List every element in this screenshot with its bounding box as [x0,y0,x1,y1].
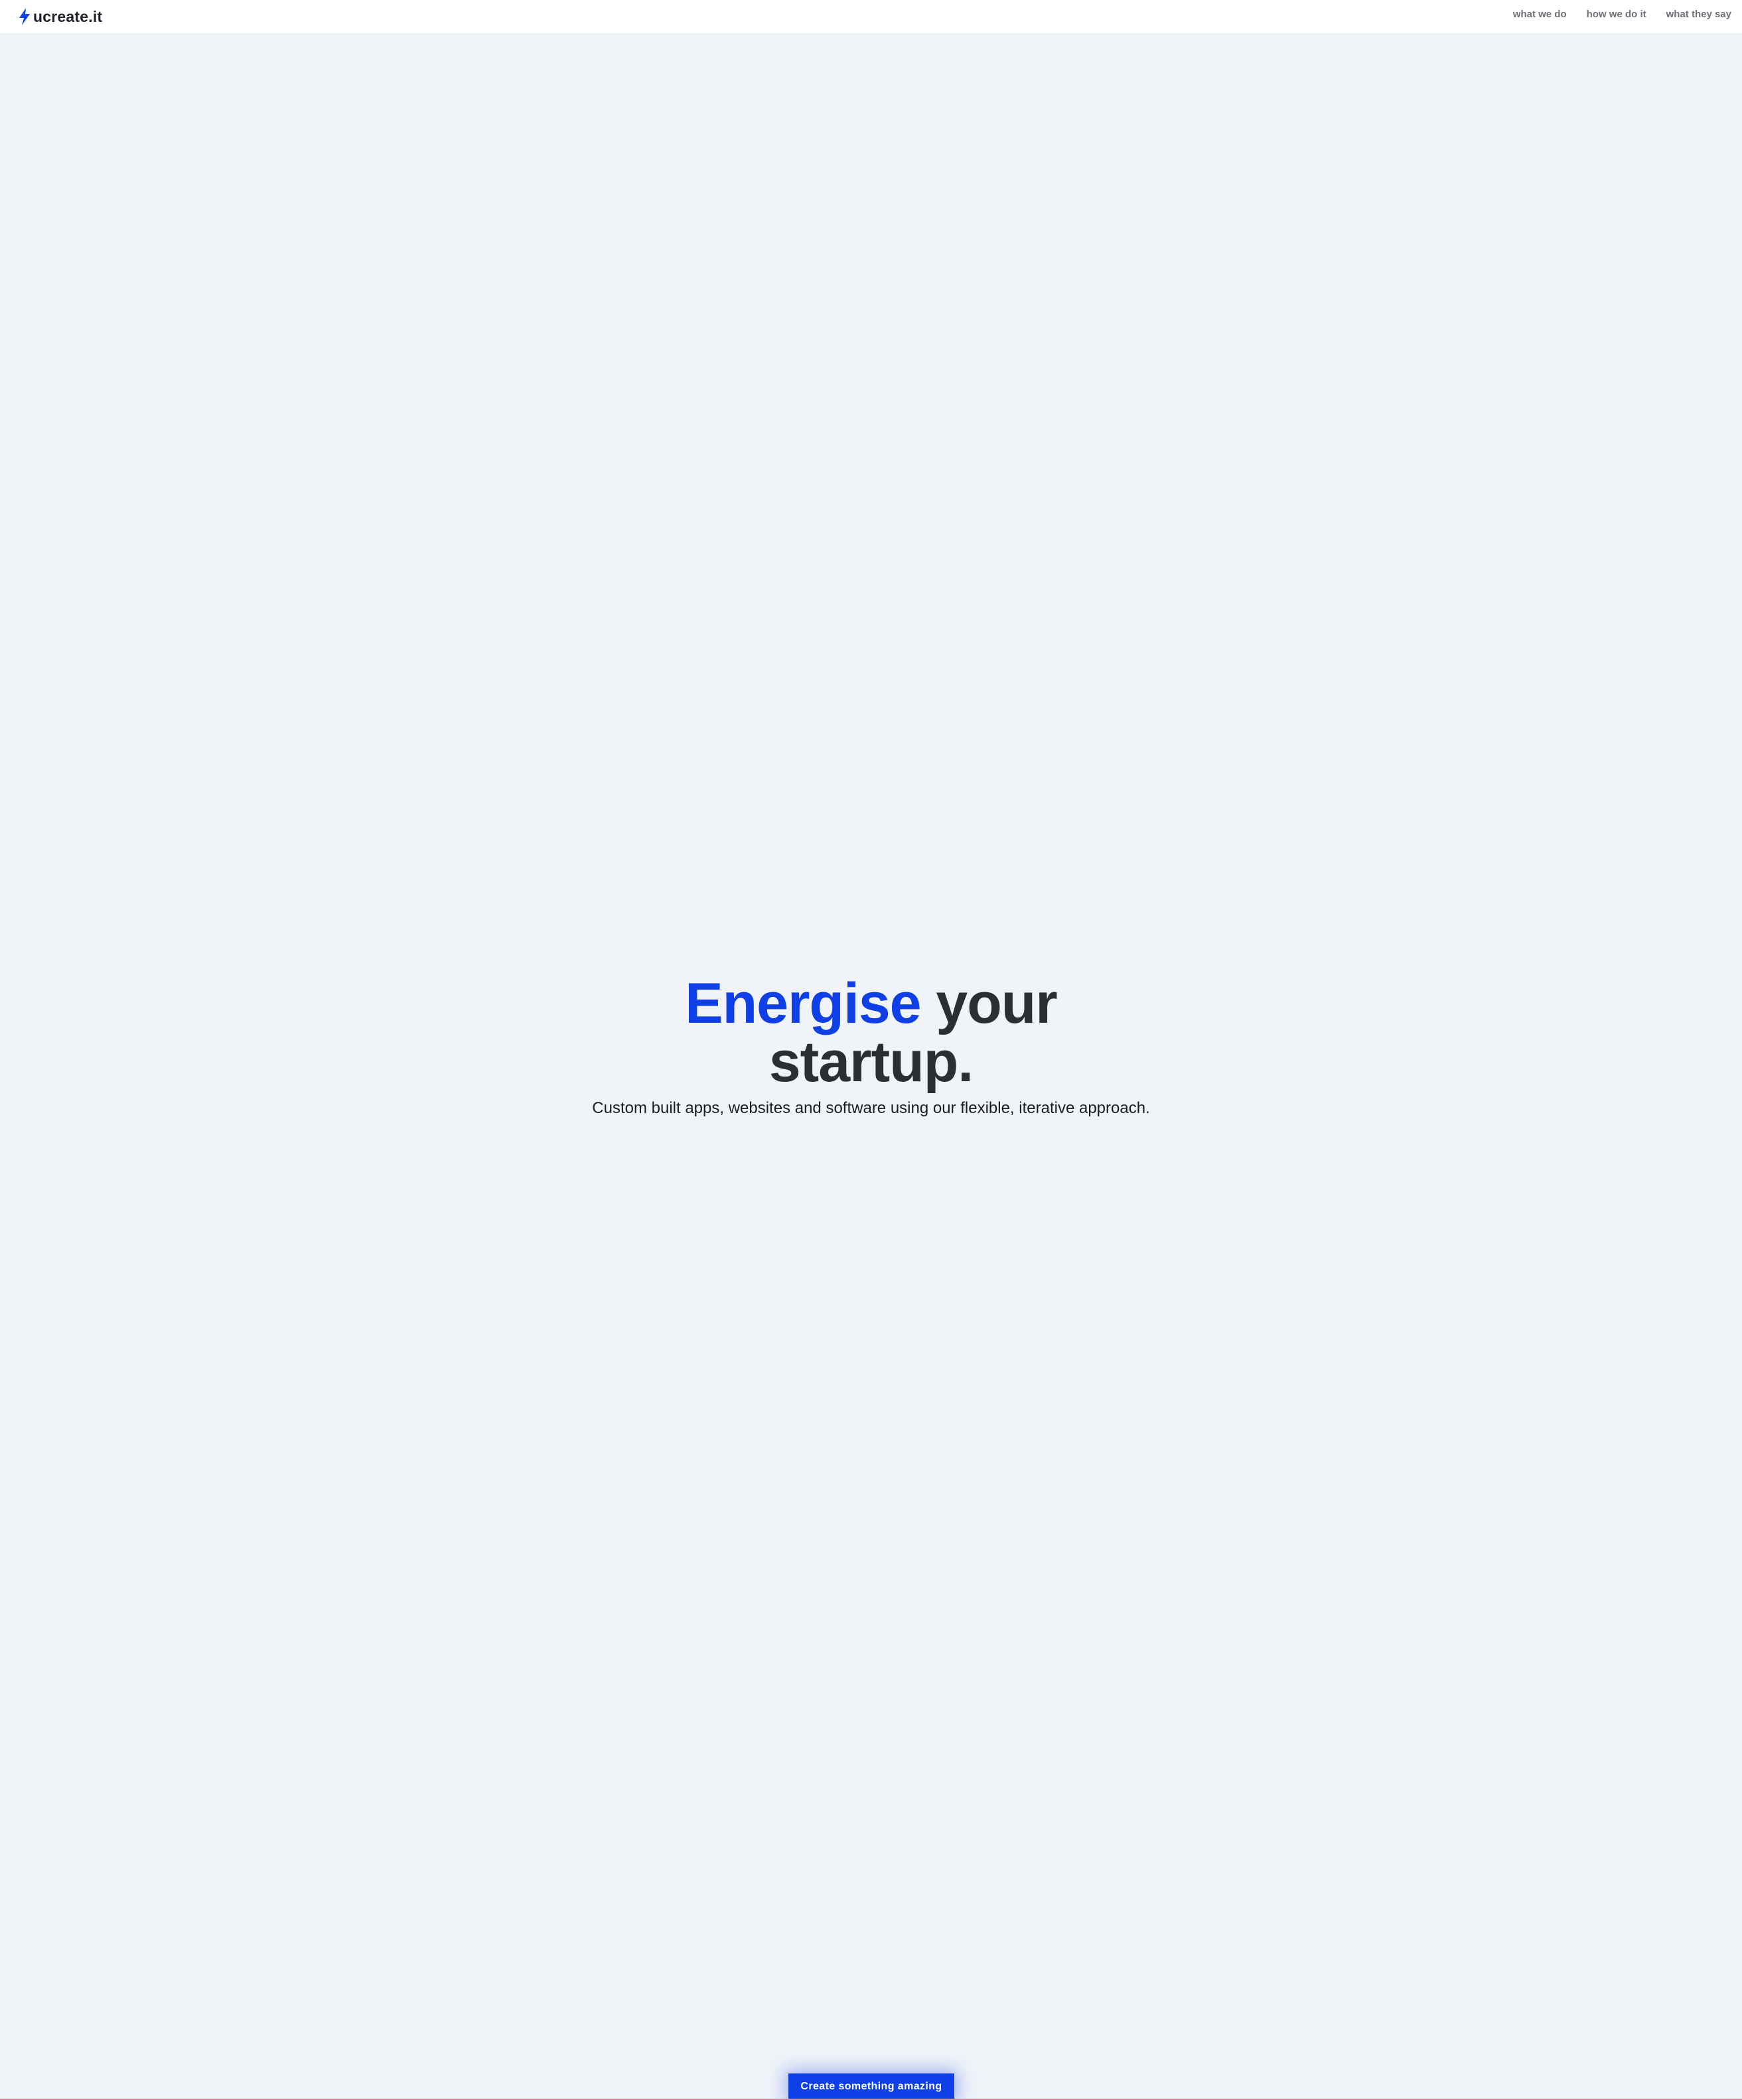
nav-link-what-they-say[interactable]: what they say [1666,9,1731,20]
nav-link-how-we-do-it[interactable]: how we do it [1587,9,1646,20]
top-navbar: ucreate.it what we do how we do it what … [0,0,1742,33]
lightning-bolt-icon [19,8,30,25]
headline-word-your: your [936,972,1057,1035]
main-nav: what we do how we do it what they say [1493,9,1731,20]
hero-headline: Energise your startup. [0,974,1742,1091]
headline-line-2: startup. [768,1030,974,1094]
headline-line-1: Energise your [0,974,1742,1033]
hero-section: Energise your startup. Custom built apps… [0,974,1742,1119]
headline-accent-word: Energise [685,972,921,1035]
create-something-amazing-button[interactable]: Create something amazing [788,2073,954,2100]
logo-text: ucreate.it [33,7,103,25]
logo-link[interactable]: ucreate.it [19,5,102,28]
nav-link-what-we-do[interactable]: what we do [1513,9,1567,20]
hero-subtitle: Custom built apps, websites and software… [592,1099,1150,1117]
